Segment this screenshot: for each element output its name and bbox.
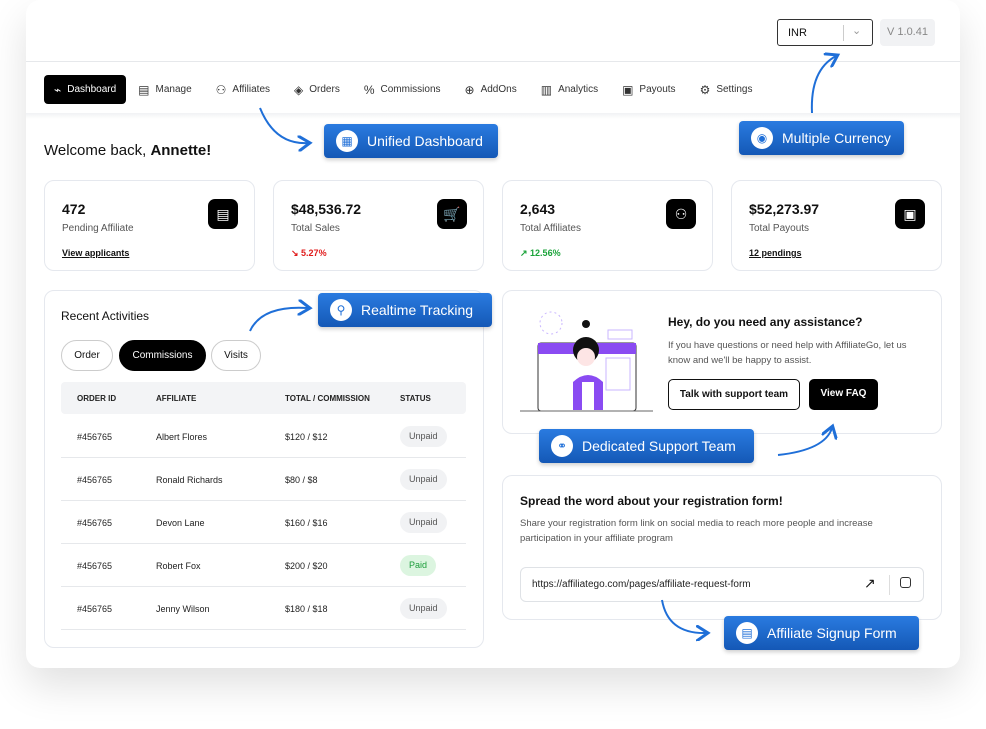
arrows: [249, 0, 986, 729]
